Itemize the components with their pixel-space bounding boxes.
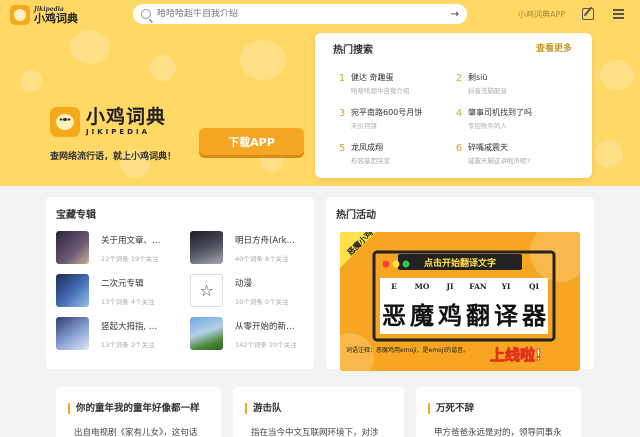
article-card[interactable]: 你的童年我的童年好像都一样 出自电视剧《家有儿女》，这句话 xyxy=(56,387,221,437)
demon-chick-translator-banner: 恶魔小鸡 点击开始翻译文字 E MO JI FAN YI QI 恶 魔 鸡 翻 … xyxy=(340,232,580,371)
chick-mascot-icon xyxy=(50,107,80,137)
collection-item[interactable]: 关于用文章、… 22个词条 19个关注 xyxy=(56,231,186,267)
arrow-right-icon[interactable]: → xyxy=(451,9,459,20)
hot-search-desc: 戚震天脚这讲啦声呢? xyxy=(468,157,530,165)
banner-char: 鸡 xyxy=(437,301,462,330)
hot-search-word: 龙凤成翔 xyxy=(351,143,383,152)
collections-title: 宝藏专辑 xyxy=(56,210,96,221)
hot-search-word: 健达 奇趣蛋 xyxy=(351,73,394,82)
hot-search-word: 肇事司机找到了吗 xyxy=(468,108,532,117)
article-card[interactable]: 万死不辞 甲方爸爸永远是对的，领导同事永 xyxy=(416,387,581,437)
hot-search-rank: 1 xyxy=(338,73,346,84)
hot-search-rank: 3 xyxy=(338,108,346,119)
brand-name: 小鸡词典 xyxy=(34,11,78,25)
hot-search-rank: 2 xyxy=(455,73,463,84)
activity-banner-image[interactable]: 恶魔小鸡 点击开始翻译文字 E MO JI FAN YI QI 恶 魔 鸡 翻 … xyxy=(340,232,580,371)
hot-search-desc: 专挖吹牛的人 xyxy=(468,122,507,130)
collections-card: 宝藏专辑 关于用文章、… 22个词条 19个关注 明日方舟(Ark… 40个词条… xyxy=(46,197,314,369)
app-download-link[interactable]: 小鸡词典APP xyxy=(518,9,565,20)
collection-thumbnail xyxy=(56,317,89,350)
article-title: 万死不辞 xyxy=(428,403,474,414)
hot-search-rank: 4 xyxy=(455,108,463,119)
hot-search-word: 宛平南路600号月饼 xyxy=(351,108,423,117)
hot-search-desc: 天价月饼 xyxy=(351,122,377,130)
hot-search-word: 剩siū xyxy=(468,73,488,82)
collection-meta: 10个词条 0个关注 xyxy=(235,298,289,306)
banner-desc: 词语注释：恶魔鸡用emoji，是emoji的谐音。 xyxy=(346,346,469,354)
chick-logo-icon xyxy=(10,5,30,25)
article-title: 游击队 xyxy=(245,403,282,414)
search-icon xyxy=(141,9,151,19)
banner-pinyin: FAN xyxy=(469,282,487,291)
hot-search-title: 热门搜索 xyxy=(333,45,373,56)
collection-thumbnail xyxy=(190,317,223,350)
hero-logo-title: 小鸡词典 xyxy=(86,106,167,128)
hot-search-item[interactable]: 4 肇事司机找到了吗 专挖吹牛的人 xyxy=(454,105,574,131)
collection-name: 明日方舟(Ark… xyxy=(235,236,296,246)
article-card[interactable]: 游击队 指在当今中文互联网环境下，对涉 xyxy=(233,387,404,437)
collection-meta: 142个词条 20个关注 xyxy=(235,341,297,349)
hot-search-item[interactable]: 3 宛平南路600号月饼 天价月饼 xyxy=(337,105,457,131)
collection-item[interactable]: 二次元专辑 13个词条 4个关注 xyxy=(56,274,186,310)
article-excerpt: 出自电视剧《家有儿女》，这句话 xyxy=(74,428,198,437)
collection-meta: 22个词条 19个关注 xyxy=(101,255,159,263)
banner-char: 恶 xyxy=(382,301,406,330)
edit-icon[interactable] xyxy=(582,8,594,20)
hot-search-word: 碎嘴戚震天 xyxy=(468,143,508,152)
banner-char: 魔 xyxy=(410,301,434,330)
banner-char: 翻 xyxy=(466,301,490,330)
collection-name: 竖起大拇指, … xyxy=(101,322,158,332)
collection-meta: 40个词条 8个关注 xyxy=(235,255,289,263)
hero-logo-subtitle: JIKIPEDIA xyxy=(86,128,150,136)
top-bar: Jikipedia 小鸡词典 → 小鸡词典APP xyxy=(0,0,640,30)
hot-search-more-link[interactable]: 查看更多 xyxy=(536,41,572,54)
hot-search-item[interactable]: 6 碎嘴戚震天 戚震天脚这讲啦声呢? xyxy=(454,140,574,166)
search-bar: → xyxy=(133,4,467,24)
collection-item[interactable]: 从零开始的新… 142个词条 20个关注 xyxy=(190,317,320,353)
hot-search-rank: 5 xyxy=(338,143,346,154)
hot-search-item[interactable]: 1 健达 奇趣蛋 哈哈哈超牛自我介绍 xyxy=(337,70,457,96)
banner-char: 译 xyxy=(494,301,519,330)
hot-search-rank: 6 xyxy=(455,143,463,154)
article-excerpt: 甲方爸爸永远是对的，领导同事永 xyxy=(434,428,562,437)
collection-item[interactable]: 明日方舟(Ark… 40个词条 8个关注 xyxy=(190,231,320,267)
banner-pinyin: JI xyxy=(445,282,454,291)
collection-thumbnail xyxy=(190,231,223,264)
search-input[interactable] xyxy=(157,9,451,19)
collection-name: 二次元专辑 xyxy=(101,279,144,289)
hero-logo: 小鸡词典 JIKIPEDIA xyxy=(50,107,166,137)
hot-search-desc: 形容基因突变 xyxy=(351,157,390,165)
brand-logo[interactable]: Jikipedia 小鸡词典 xyxy=(10,5,78,25)
collection-name: 从零开始的新… xyxy=(235,322,295,332)
banner-tagline: 点击开始翻译文字 xyxy=(424,257,496,269)
hot-search-panel: 热门搜索 查看更多 1 健达 奇趣蛋 哈哈哈超牛自我介绍 2 剩siū 抖音洗脑… xyxy=(315,33,592,178)
hot-search-item[interactable]: 5 龙凤成翔 形容基因突变 xyxy=(337,140,457,166)
hot-search-desc: 哈哈哈超牛自我介绍 xyxy=(351,87,410,95)
hero-slogan: 查网络流行语，就上小鸡词典！ xyxy=(50,152,177,162)
article-title: 你的童年我的童年好像都一样 xyxy=(68,403,200,414)
hot-search-desc: 抖音洗脑配音 xyxy=(468,87,507,95)
collection-meta: 13个词条 2个关注 xyxy=(101,341,155,349)
article-excerpt: 指在当今中文互联网环境下，对涉 xyxy=(251,428,379,437)
hot-search-item[interactable]: 2 剩siū 抖音洗脑配音 xyxy=(454,70,574,96)
banner-pinyin: QI xyxy=(529,282,540,291)
banner-pinyin: E xyxy=(391,282,397,291)
banner-pinyin: YI xyxy=(501,282,511,291)
collection-thumbnail xyxy=(56,274,89,307)
collection-item[interactable]: ☆ 动漫 10个词条 0个关注 xyxy=(190,274,320,310)
hero-banner: Jikipedia 小鸡词典 → 小鸡词典APP 小鸡词典 JIKIPEDIA … xyxy=(0,0,640,186)
banner-char: 器 xyxy=(521,301,547,330)
collection-name: 动漫 xyxy=(235,279,253,289)
collection-thumbnail xyxy=(56,231,89,264)
download-app-button[interactable]: 下载APP xyxy=(199,128,304,155)
activity-title: 热门活动 xyxy=(336,210,376,221)
banner-badge: 上线啦! xyxy=(490,346,542,364)
menu-icon[interactable] xyxy=(613,9,624,19)
banner-pinyin: MO xyxy=(415,282,430,291)
collection-name: 关于用文章、… xyxy=(101,236,161,246)
collection-item[interactable]: 竖起大拇指, … 13个词条 2个关注 xyxy=(56,317,186,353)
star-icon: ☆ xyxy=(190,274,223,307)
collection-meta: 13个词条 4个关注 xyxy=(101,298,155,306)
